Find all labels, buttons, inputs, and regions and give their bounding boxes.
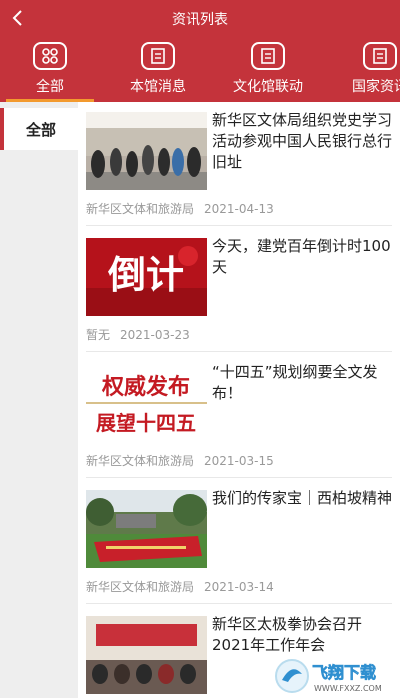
article-thumbnail: 权威发布 展望十四五	[86, 364, 207, 442]
article-meta: 新华区文体和旅游局 2021-04-13	[86, 200, 274, 217]
article-thumbnail	[86, 490, 207, 568]
article-thumbnail	[86, 616, 207, 694]
tab-national-news[interactable]: 国家资讯	[330, 40, 400, 102]
tab-label: 文化馆联动	[233, 79, 303, 95]
tab-label: 本馆消息	[130, 79, 186, 95]
article-date: 2021-03-14	[204, 580, 274, 594]
article-title: “十四五”规划纲要全文发布！	[212, 363, 378, 402]
article-date: 2021-03-15	[204, 454, 274, 468]
document-icon	[141, 42, 175, 70]
article-title: 我们的传家宝｜西柏坡精神	[212, 489, 393, 507]
article-source: 新华区文体和旅游局	[86, 580, 195, 594]
site-watermark: 飞翔下载 WWW.FXXZ.COM	[274, 656, 396, 696]
article-meta: 新华区文体和旅游局 2021-03-14	[86, 578, 274, 595]
tab-label: 国家资讯	[352, 79, 400, 95]
tab-label: 全部	[36, 79, 64, 95]
tab-culture-link[interactable]: 文化馆联动	[218, 40, 318, 102]
article-source: 新华区文体和旅游局	[86, 454, 195, 468]
sidebar: 全部	[0, 102, 78, 698]
article-title: 新华区文体局组织党史学习活动参观中国人民银行总行旧址	[212, 111, 393, 171]
document-icon	[363, 42, 397, 70]
article-meta: 新华区文体和旅游局 2021-03-15	[86, 452, 274, 469]
article-title: 今天，建党百年倒计时100天	[212, 237, 391, 276]
list-item[interactable]: 我们的传家宝｜西柏坡精神 新华区文体和旅游局 2021-03-14	[86, 480, 392, 604]
article-thumbnail	[86, 112, 207, 190]
thumbnail-caption-top: 权威发布	[101, 374, 190, 400]
top-bar: 资讯列表	[0, 0, 400, 36]
category-tabs: 全部 本馆消息 文化馆联动 国家资讯	[0, 40, 400, 102]
article-source: 暂无	[86, 328, 111, 342]
page-title: 资讯列表	[172, 12, 228, 28]
watermark-text: 飞翔下载	[312, 663, 376, 682]
list-item[interactable]: 权威发布 展望十四五 “十四五”规划纲要全文发布！ 新华区文体和旅游局 2021-…	[86, 354, 392, 478]
document-icon	[251, 42, 285, 70]
article-meta: 暂无 2021-03-23	[86, 326, 190, 343]
article-title: 新华区太极拳协会召开2021年工作年会	[212, 615, 363, 654]
watermark-url: WWW.FXXZ.COM	[314, 684, 382, 693]
article-list: 新华区文体局组织党史学习活动参观中国人民银行总行旧址 新华区文体和旅游局 2021…	[78, 102, 400, 698]
article-thumbnail: 倒计	[86, 238, 207, 316]
article-source: 新华区文体和旅游局	[86, 202, 195, 216]
list-item[interactable]: 新华区文体局组织党史学习活动参观中国人民银行总行旧址 新华区文体和旅游局 2021…	[86, 102, 392, 226]
list-item[interactable]: 倒计 今天，建党百年倒计时100天 暂无 2021-03-23	[86, 228, 392, 352]
tab-library-news[interactable]: 本馆消息	[108, 40, 208, 102]
tab-all[interactable]: 全部	[0, 40, 100, 102]
article-date: 2021-03-23	[120, 328, 190, 342]
app-header: 资讯列表 全部 本馆消息 文化馆联动 国家资讯	[0, 0, 400, 102]
grid-icon	[33, 42, 67, 70]
thumbnail-caption: 倒计	[107, 252, 184, 297]
thumbnail-caption-bottom: 展望十四五	[96, 411, 196, 435]
sidebar-item-all[interactable]: 全部	[0, 108, 78, 150]
article-date: 2021-04-13	[204, 202, 274, 216]
